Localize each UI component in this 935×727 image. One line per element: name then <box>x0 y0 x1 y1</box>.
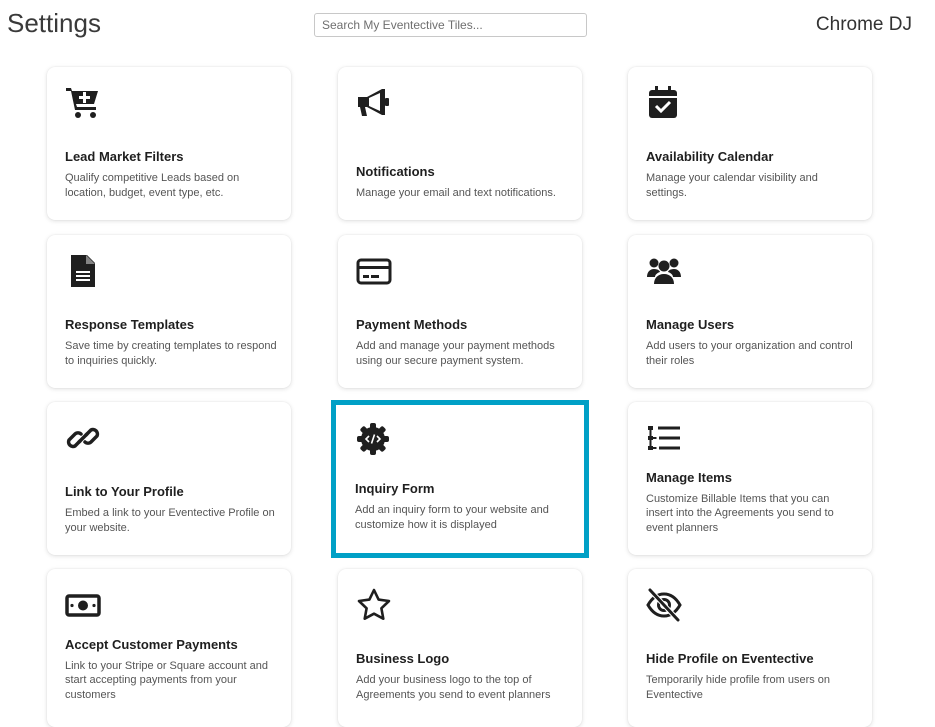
megaphone-icon <box>356 85 392 121</box>
tile-title: Response Templates <box>65 317 195 332</box>
page-title: Settings <box>7 8 101 38</box>
tile-hide-profile-on-eventective[interactable]: Hide Profile on Eventective Temporarily … <box>628 569 872 727</box>
tile-title: Lead Market Filters <box>65 149 184 164</box>
account-name[interactable]: Chrome DJ <box>816 14 912 36</box>
tile-title: Availability Calendar <box>646 149 774 164</box>
tile-description: Add an inquiry form to your website and … <box>355 504 549 531</box>
tile-description: Manage your email and text notifications… <box>356 186 556 199</box>
eye-slash-icon <box>646 587 682 623</box>
tile-availability-calendar[interactable]: Availability Calendar Manage your calend… <box>628 67 872 220</box>
tile-link-to-your-profile[interactable]: Link to Your Profile Embed a link to you… <box>47 402 291 555</box>
tile-manage-users[interactable]: Manage Users Add users to your organizat… <box>628 235 872 388</box>
tile-response-templates[interactable]: Response Templates Save time by creating… <box>47 235 291 388</box>
settings-page: Settings Chrome DJ Lead Market Filters Q… <box>0 0 935 727</box>
tile-title: Link to Your Profile <box>65 484 184 499</box>
tile-description: Add users to your organization and contr… <box>646 340 853 367</box>
list-tree-icon <box>646 420 682 456</box>
tile-title: Payment Methods <box>356 317 468 332</box>
tile-description: Link to your Stripe or Square account an… <box>65 659 269 701</box>
tile-title: Hide Profile on Eventective <box>646 651 814 666</box>
money-bill-icon <box>65 587 101 623</box>
star-icon <box>356 587 392 623</box>
tile-notifications[interactable]: Notifications Manage your email and text… <box>338 67 582 220</box>
tile-description: Embed a link to your Eventective Profile… <box>65 507 275 534</box>
tile-title: Accept Customer Payments <box>65 636 238 652</box>
tile-title: Business Logo <box>356 651 450 666</box>
tile-title: Manage Items <box>646 469 732 485</box>
users-icon <box>646 253 682 289</box>
tile-description: Customize Billable Items that you can in… <box>646 492 834 534</box>
tile-description: Manage your calendar visibility and sett… <box>646 172 818 199</box>
code-gear-icon <box>355 421 391 457</box>
calendar-check-icon <box>646 85 682 121</box>
document-icon <box>65 253 101 289</box>
tile-description: Add and manage your payment methods usin… <box>356 340 555 367</box>
tile-description: Add your business logo to the top of Agr… <box>356 674 551 701</box>
cart-plus-icon <box>65 85 101 121</box>
tile-title: Inquiry Form <box>355 481 435 496</box>
tile-title: Manage Users <box>646 317 735 332</box>
tile-title: Notifications <box>356 163 435 179</box>
tile-payment-methods[interactable]: Payment Methods Add and manage your paym… <box>338 235 582 388</box>
credit-card-icon <box>356 253 392 289</box>
tile-lead-market-filters[interactable]: Lead Market Filters Qualify competitive … <box>47 67 291 220</box>
tile-inquiry-form[interactable]: Inquiry Form Add an inquiry form to your… <box>331 400 589 558</box>
tile-description: Temporarily hide profile from users on E… <box>646 674 831 701</box>
tile-business-logo[interactable]: Business Logo Add your business logo to … <box>338 569 582 727</box>
tile-accept-customer-payments[interactable]: Accept Customer Payments Link to your St… <box>47 569 291 727</box>
link-icon <box>65 420 101 456</box>
tile-description: Save time by creating templates to respo… <box>65 340 277 367</box>
search-input[interactable] <box>314 13 587 37</box>
tile-description: Qualify competitive Leads based on locat… <box>65 172 240 199</box>
tile-manage-items[interactable]: Manage Items Customize Billable Items th… <box>628 402 872 555</box>
